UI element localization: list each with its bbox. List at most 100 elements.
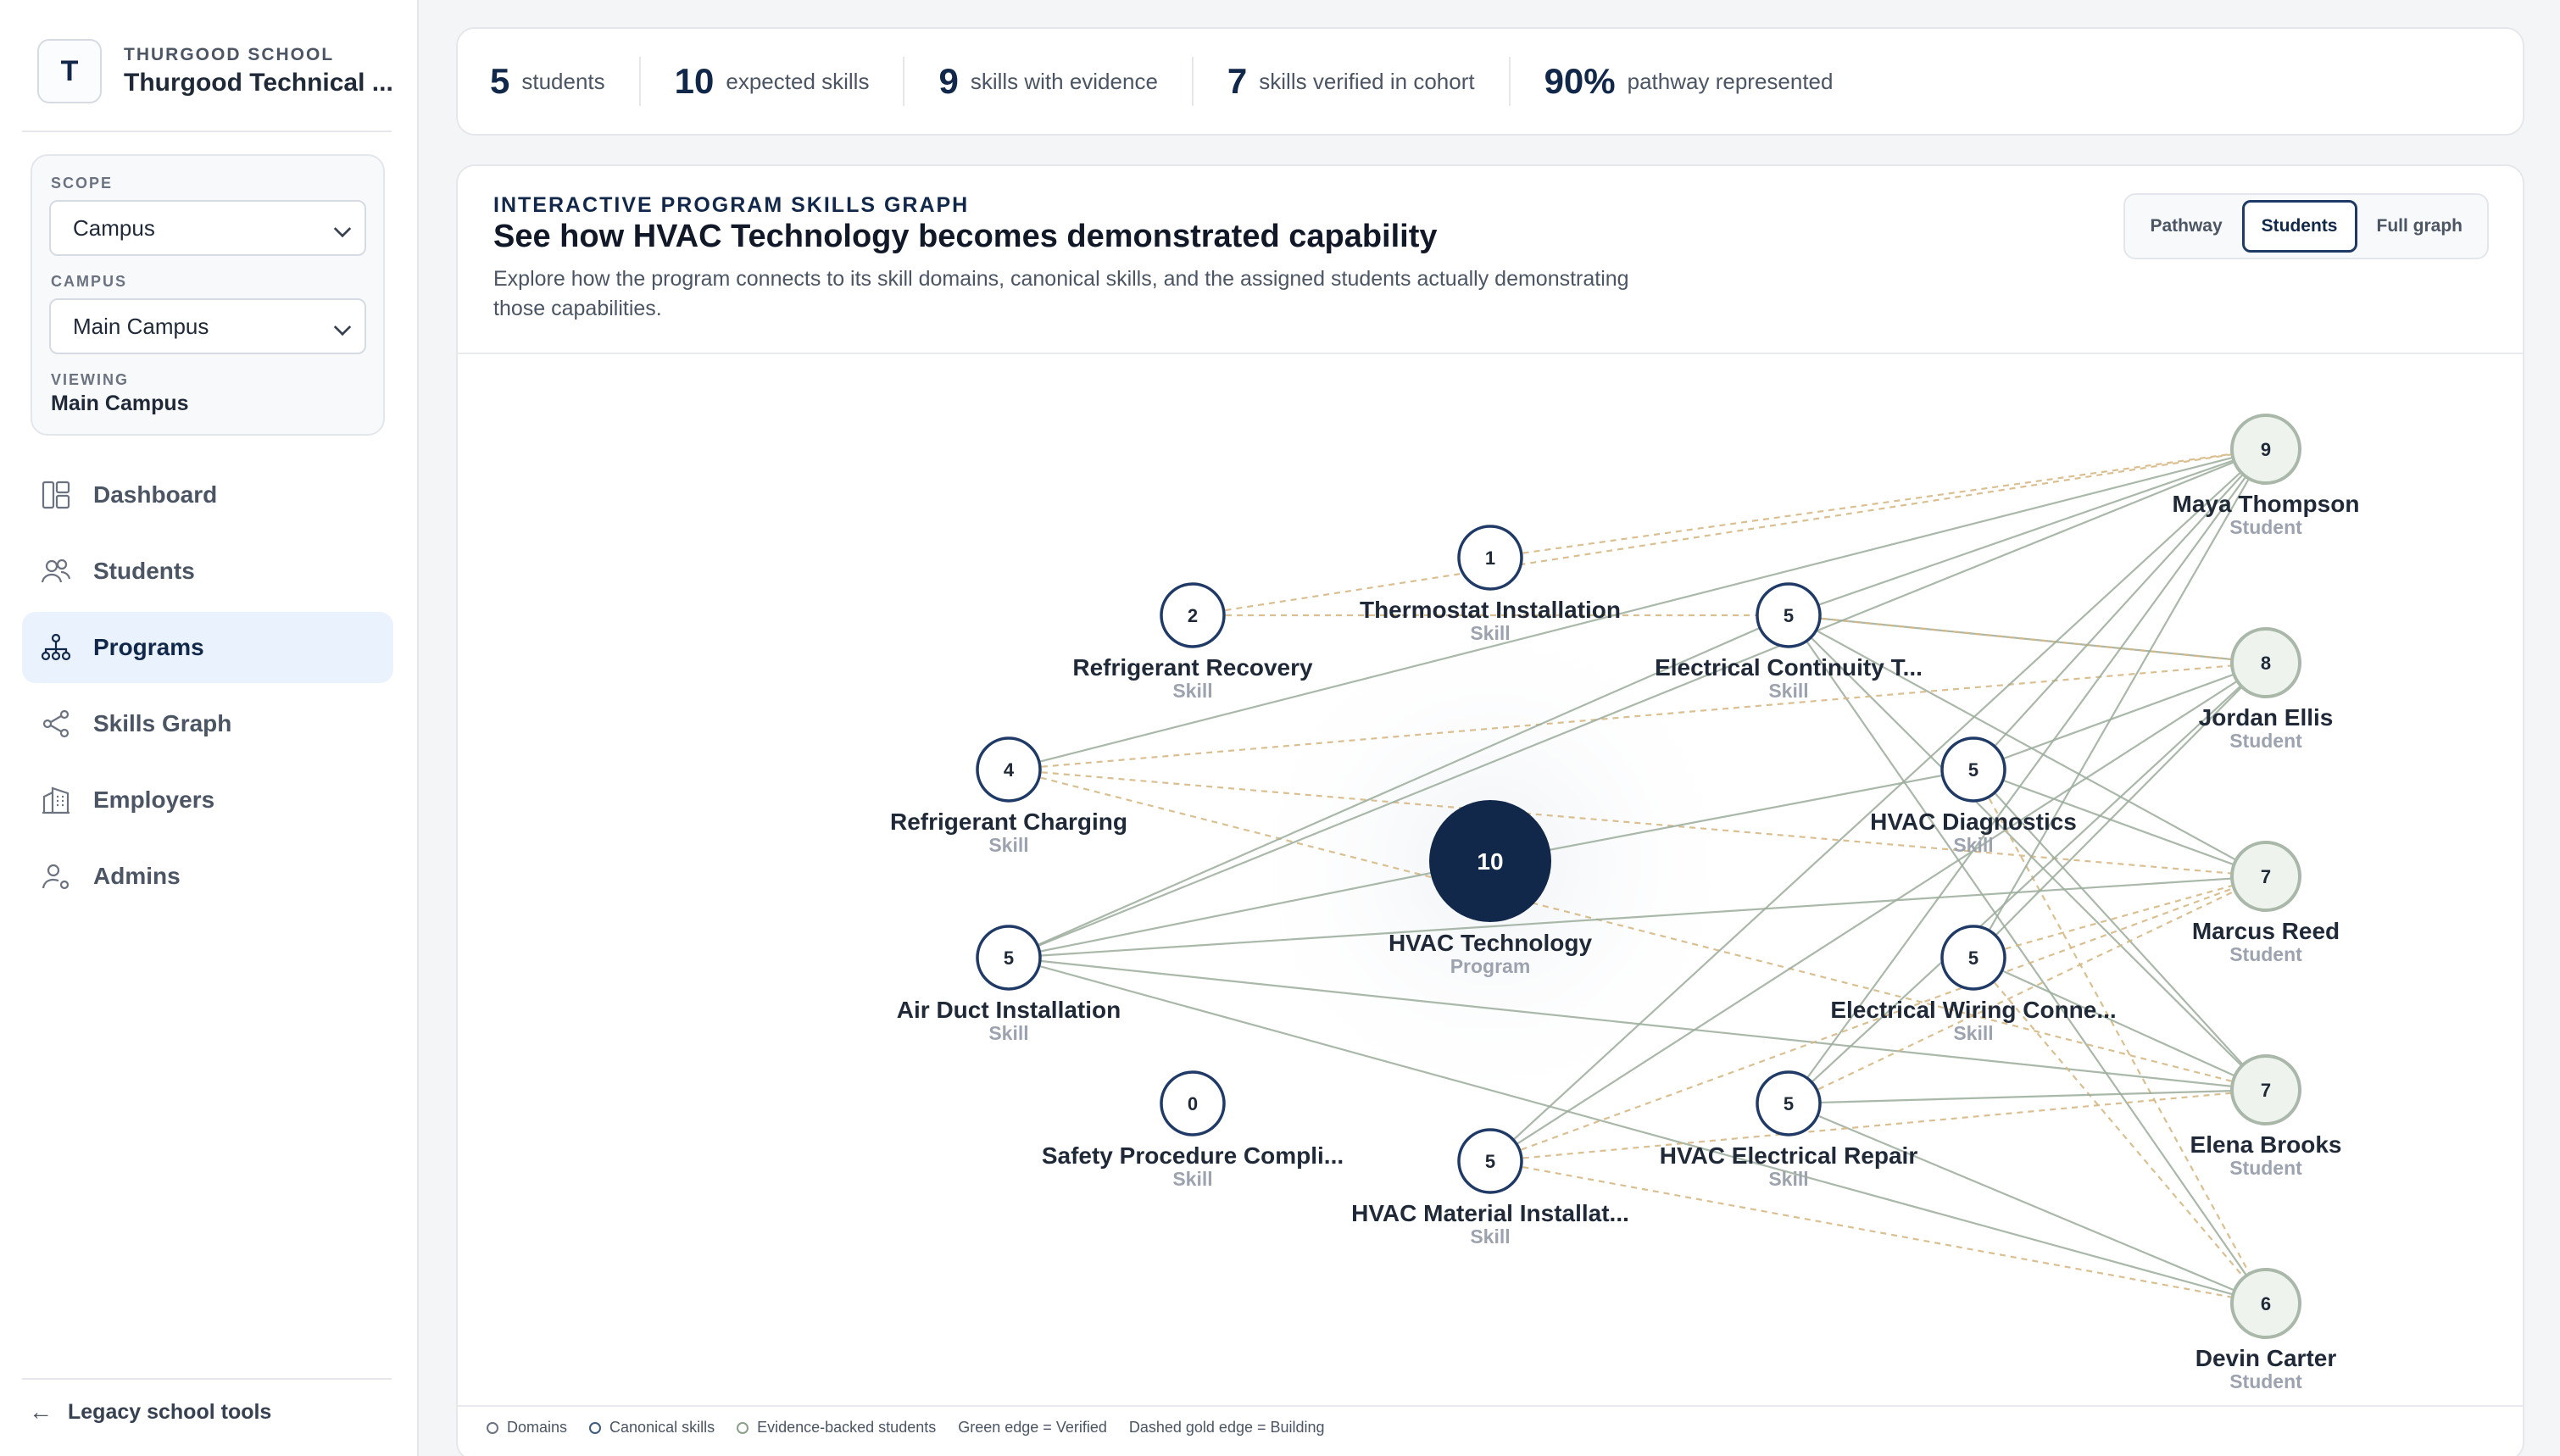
skill-node[interactable]: 5 Air Duct InstallationSkill — [897, 925, 1121, 1044]
skill-node-label: HVAC Material Installat... — [1351, 1200, 1629, 1226]
stat-value: 9 — [938, 61, 959, 101]
student-node-label: Marcus Reed — [2192, 918, 2340, 944]
skill-node[interactable]: 5 HVAC Electrical RepairSkill — [1660, 1070, 1918, 1190]
skill-node-type: Skill — [988, 834, 1028, 856]
legend-item-students: Evidence-backed students — [737, 1419, 936, 1437]
view-toggle: Pathway Students Full graph — [2123, 193, 2489, 259]
skill-node-count: 1 — [1485, 547, 1495, 569]
main-nav: Dashboard Students Programs Skills Graph… — [22, 459, 393, 917]
circle-icon — [737, 1421, 749, 1434]
student-node-type: Student — [2229, 943, 2302, 965]
view-students-button[interactable]: Students — [2241, 200, 2357, 253]
skill-node-count: 4 — [1004, 759, 1015, 781]
skill-node-type: Skill — [988, 1022, 1028, 1044]
student-node-label: Maya Thompson — [2173, 491, 2360, 517]
arrow-left-icon: ← — [29, 1398, 53, 1425]
skill-node-label: Thermostat Installation — [1360, 597, 1621, 623]
brand-name: Thurgood Technical ... — [124, 69, 393, 97]
scope-select[interactable]: Campus — [49, 200, 366, 256]
skill-node-count: 5 — [1968, 948, 1978, 969]
graph-edge-building — [1788, 875, 2267, 1104]
skill-node-label: Safety Procedure Compli... — [1042, 1142, 1344, 1169]
nav-item-admins[interactable]: Admins — [22, 841, 393, 912]
brand-kicker: THURGOOD SCHOOL — [124, 45, 335, 64]
campus-select[interactable]: Main Campus — [49, 298, 366, 354]
viewing-value: Main Campus — [51, 392, 189, 415]
nav-item-programs[interactable]: Programs — [22, 612, 393, 683]
brand-logo: T — [37, 39, 102, 103]
brand[interactable]: T THURGOOD SCHOOL Thurgood Technical ... — [37, 39, 393, 103]
dashboard-icon — [41, 480, 71, 510]
sidebar: T THURGOOD SCHOOL Thurgood Technical ...… — [0, 0, 419, 1456]
divider — [458, 1405, 2523, 1407]
student-node[interactable]: 8 Jordan EllisStudent — [2199, 627, 2334, 752]
skill-node-count: 2 — [1188, 605, 1198, 626]
nav-item-label: Skills Graph — [93, 710, 232, 736]
legend-item-verified: Green edge = Verified — [958, 1419, 1107, 1437]
stat-label: students — [521, 68, 605, 94]
admin-user-icon — [41, 861, 71, 892]
nav-item-employers[interactable]: Employers — [22, 764, 393, 836]
skill-node-type: Skill — [1470, 1225, 1510, 1248]
nav-item-dashboard[interactable]: Dashboard — [22, 459, 393, 531]
stat-value: 90% — [1544, 61, 1616, 101]
program-node-label: HVAC Technology — [1389, 930, 1593, 956]
stat-expected-skills: 10 expected skills — [675, 57, 905, 106]
nav-item-label: Programs — [93, 634, 204, 660]
student-node-label: Jordan Ellis — [2199, 704, 2334, 731]
skill-node[interactable]: 2 Refrigerant RecoverySkill — [1072, 582, 1313, 702]
legend-item-canonical-skills: Canonical skills — [589, 1419, 715, 1437]
skill-node-count: 5 — [1784, 1093, 1794, 1114]
skill-node[interactable]: 5 HVAC Material Installat...Skill — [1351, 1128, 1629, 1248]
skill-node[interactable]: 4 Refrigerant ChargingSkill — [890, 736, 1127, 856]
graph-edge-building — [1489, 1159, 2267, 1305]
nav-item-students[interactable]: Students — [22, 536, 393, 607]
chevron-down-icon — [333, 220, 352, 238]
nav-item-label: Students — [93, 558, 195, 584]
divider — [22, 131, 392, 132]
skill-node-count: 5 — [1004, 948, 1014, 969]
student-node[interactable]: 7 Elena BrooksStudent — [2190, 1054, 2342, 1179]
stat-label: expected skills — [726, 68, 870, 94]
skill-node[interactable]: 0 Safety Procedure Compli...Skill — [1042, 1070, 1344, 1190]
graph-edge-verified — [1788, 447, 2267, 617]
view-full-graph-button[interactable]: Full graph — [2357, 200, 2483, 253]
brand-text: THURGOOD SCHOOL Thurgood Technical ... — [124, 45, 393, 97]
stat-label: skills verified in cohort — [1259, 68, 1475, 94]
skill-node-type: Skill — [1953, 834, 1993, 856]
legend-label: Dashed gold edge = Building — [1128, 1419, 1325, 1436]
skill-node-type: Skill — [1172, 1168, 1212, 1190]
nav-item-skills-graph[interactable]: Skills Graph — [22, 688, 393, 759]
share-graph-icon — [41, 709, 71, 739]
users-icon — [41, 556, 71, 586]
card-kicker: INTERACTIVE PROGRAM SKILLS GRAPH — [493, 193, 970, 217]
legend-label: Evidence-backed students — [757, 1419, 937, 1436]
graph-edge-verified — [1788, 614, 2267, 1304]
view-pathway-button[interactable]: Pathway — [2130, 200, 2241, 253]
program-node-count: 10 — [1477, 848, 1503, 875]
viewing-label: VIEWING — [51, 371, 130, 388]
student-node-count: 7 — [2261, 1080, 2271, 1101]
student-node-label: Elena Brooks — [2190, 1131, 2342, 1158]
skill-node-count: 5 — [1968, 759, 1978, 781]
student-node-type: Student — [2229, 730, 2302, 752]
card-description: Explore how the program connects to its … — [493, 267, 1629, 320]
student-node[interactable]: 7 Marcus ReedStudent — [2192, 841, 2340, 965]
skill-node-type: Skill — [1768, 680, 1808, 702]
student-node-count: 6 — [2261, 1293, 2271, 1314]
student-node-label: Devin Carter — [2195, 1345, 2337, 1371]
legend-label: Domains — [507, 1419, 568, 1436]
chevron-down-icon — [333, 318, 352, 336]
skill-node-count: 5 — [1784, 605, 1794, 626]
stat-value: 5 — [490, 61, 510, 101]
legacy-tools-link[interactable]: ← Legacy school tools — [29, 1398, 271, 1425]
student-node[interactable]: 6 Devin CarterStudent — [2195, 1268, 2337, 1392]
skill-node-label: Electrical Continuity T... — [1655, 654, 1923, 681]
skill-node-type: Skill — [1470, 622, 1510, 644]
skills-graph[interactable]: 1Thermostat InstallationSkill2Refrigeran… — [458, 354, 2524, 1405]
skill-node-label: Refrigerant Recovery — [1072, 654, 1313, 681]
legacy-tools-label: Legacy school tools — [68, 1399, 272, 1424]
student-node-count: 9 — [2261, 439, 2271, 460]
skill-node[interactable]: 5 Electrical Continuity T...Skill — [1655, 582, 1923, 702]
stat-skills-verified: 7 skills verified in cohort — [1227, 57, 1511, 106]
